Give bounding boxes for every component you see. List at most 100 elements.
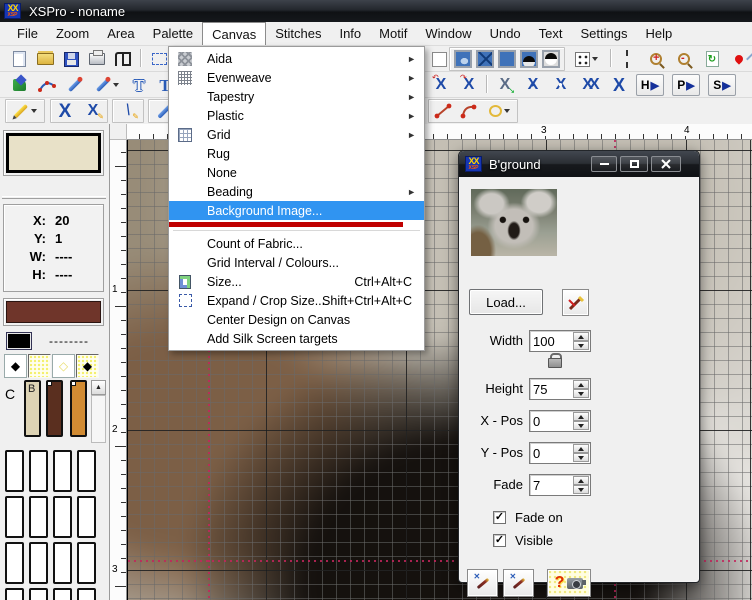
width-spin-up[interactable]	[573, 332, 589, 341]
menu-undo[interactable]: Undo	[481, 22, 530, 45]
palette-slot[interactable]	[77, 588, 96, 600]
fade-spin-down[interactable]	[573, 485, 589, 494]
palette-slot[interactable]	[77, 450, 96, 492]
ypos-spin-down[interactable]	[573, 453, 589, 462]
palette-slot[interactable]	[5, 496, 24, 538]
xpos-spin-up[interactable]	[573, 412, 589, 421]
select-marquee-button[interactable]	[148, 48, 170, 70]
menu-item-count-of-fabric[interactable]: Count of Fabric...	[169, 234, 424, 253]
palette-slot[interactable]	[77, 542, 96, 584]
menu-item-rug[interactable]: Rug	[169, 144, 424, 163]
petite-stitch-p-button[interactable]: P▶	[672, 74, 700, 96]
palette-slot[interactable]	[5, 542, 24, 584]
menu-area[interactable]: Area	[98, 22, 143, 45]
open-button[interactable]	[34, 48, 56, 70]
minimize-button[interactable]	[591, 156, 617, 172]
undo-stitch-button[interactable]: X↶	[430, 74, 452, 96]
cross-stitch-double-button[interactable]: XX	[578, 74, 600, 96]
view-bw-button[interactable]	[540, 48, 562, 70]
menu-item-size[interactable]: Size... Ctrl+Alt+C	[169, 272, 424, 291]
palette-slot[interactable]	[5, 450, 24, 492]
ypos-spin-up[interactable]	[573, 444, 589, 453]
menu-item-grid[interactable]: Grid ►	[169, 125, 424, 144]
palette-slot[interactable]	[53, 496, 72, 538]
refresh-button[interactable]: ↻	[701, 48, 723, 70]
diamond-on-pattern-button[interactable]: ◆	[76, 354, 99, 378]
menu-item-background-image[interactable]: Background Image...	[169, 201, 424, 220]
menu-motif[interactable]: Motif	[370, 22, 416, 45]
menu-item-tapestry[interactable]: Tapestry ►	[169, 87, 424, 106]
menu-info[interactable]: Info	[330, 22, 370, 45]
menu-canvas[interactable]: Canvas	[202, 22, 266, 45]
height-spin-down[interactable]	[573, 389, 589, 398]
flood-fill-button[interactable]	[8, 74, 30, 96]
palette-swatch[interactable]: B	[24, 380, 41, 437]
view-picture-button[interactable]	[452, 48, 474, 70]
palette-slot[interactable]	[29, 588, 48, 600]
xpos-spin-down[interactable]	[573, 421, 589, 430]
move-stitch-button[interactable]: X↘	[494, 74, 516, 96]
text-outline-button[interactable]: T	[128, 74, 150, 96]
dot-grid-button[interactable]	[570, 48, 602, 70]
menu-file[interactable]: File	[8, 22, 47, 45]
menu-item-expand-crop-size[interactable]: Expand / Crop Size... Shift+Ctrl+Alt+C	[169, 291, 424, 310]
menu-item-none[interactable]: None	[169, 163, 424, 182]
full-stitch-button[interactable]: X	[54, 100, 76, 122]
cross-stitch-dots-button[interactable]: X●	[522, 74, 544, 96]
new-button[interactable]	[8, 48, 30, 70]
menu-zoom[interactable]: Zoom	[47, 22, 98, 45]
load-button[interactable]: Load...	[469, 289, 543, 315]
palette-slot[interactable]	[53, 450, 72, 492]
menu-item-plastic[interactable]: Plastic ►	[169, 106, 424, 125]
current-thread-colour[interactable]	[6, 301, 101, 323]
needle-menu-button[interactable]	[92, 74, 122, 96]
menu-item-aida[interactable]: Aida ►	[169, 49, 424, 68]
menu-help[interactable]: Help	[636, 22, 681, 45]
dialog-title-bar[interactable]: XX XSP B'ground	[459, 151, 699, 177]
help-capture-button[interactable]: ?	[547, 569, 591, 597]
print-button[interactable]	[86, 48, 108, 70]
width-spin-down[interactable]	[573, 341, 589, 350]
needle-button[interactable]	[64, 74, 86, 96]
xpos-input[interactable]	[533, 412, 571, 430]
pick-colour-add-button[interactable]: ✕	[467, 569, 498, 597]
palette-slot[interactable]	[29, 496, 48, 538]
menu-text[interactable]: Text	[530, 22, 572, 45]
diamond-yellow-button[interactable]: ◇	[52, 354, 75, 378]
palette-swatch[interactable]	[46, 380, 63, 437]
pick-colour-remove-button[interactable]: ✕	[503, 569, 534, 597]
special-stitch-s-button[interactable]: S▶	[708, 74, 736, 96]
height-input[interactable]	[533, 380, 571, 398]
partial-stitch-button[interactable]: X✎	[82, 100, 104, 122]
menu-item-add-silk-screen-targets[interactable]: Add Silk Screen targets	[169, 329, 424, 348]
black-swatch-button[interactable]	[6, 332, 32, 350]
palette-slot[interactable]	[29, 542, 48, 584]
fade-on-checkbox[interactable]: ✓	[493, 511, 506, 524]
line-tool-button[interactable]	[432, 100, 454, 122]
fold-line-button[interactable]	[618, 48, 640, 70]
menu-item-center-design[interactable]: Center Design on Canvas	[169, 310, 424, 329]
menu-settings[interactable]: Settings	[572, 22, 637, 45]
fade-input[interactable]	[533, 476, 571, 494]
width-input[interactable]	[533, 332, 571, 350]
maximize-button[interactable]	[620, 156, 648, 172]
palette-scroll-up-button[interactable]: ▲	[91, 380, 106, 395]
half-stitch-h-button[interactable]: H▶	[636, 74, 664, 96]
palette-slot[interactable]	[5, 588, 24, 600]
sew-view-button[interactable]	[112, 48, 134, 70]
palette-slot[interactable]	[29, 450, 48, 492]
cross-stitch-center-button[interactable]: X●	[550, 74, 572, 96]
yellow-pattern-button[interactable]	[28, 354, 51, 378]
ellipse-tool-button[interactable]	[484, 100, 514, 122]
view-solid-button[interactable]	[496, 48, 518, 70]
menu-item-beading[interactable]: Beading ►	[169, 182, 424, 201]
redo-stitch-button[interactable]: X↷	[458, 74, 480, 96]
view-crosses-button[interactable]	[474, 48, 496, 70]
zoom-out-button[interactable]: -	[673, 48, 695, 70]
palette-slot[interactable]	[53, 588, 72, 600]
pencil-menu-button[interactable]	[8, 100, 42, 122]
curve-tool-button[interactable]	[458, 100, 480, 122]
menu-palette[interactable]: Palette	[144, 22, 202, 45]
ypos-input[interactable]	[533, 444, 571, 462]
visible-checkbox[interactable]: ✓	[493, 534, 506, 547]
